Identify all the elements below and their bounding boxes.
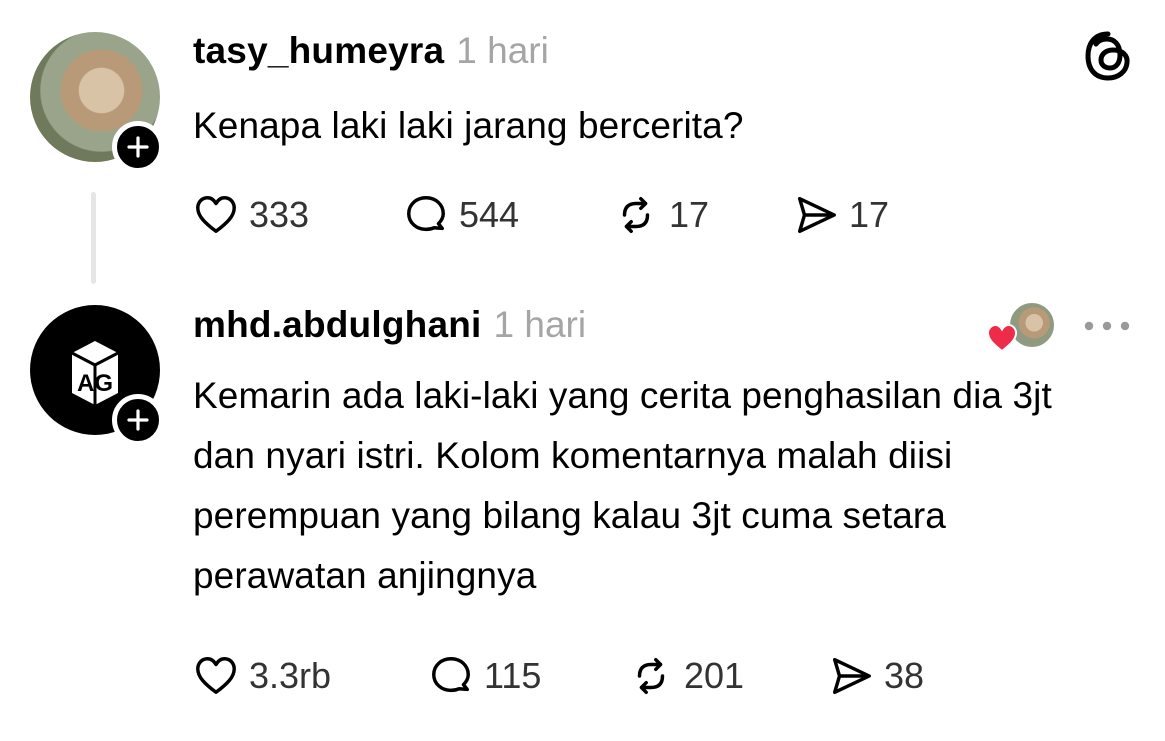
- like-button[interactable]: 333: [193, 192, 403, 238]
- reply-action-bar: 3.3rb 115 201 38: [193, 651, 924, 701]
- reply-count: 115: [484, 655, 542, 696]
- plus-icon: [127, 136, 149, 158]
- plus-icon: [127, 409, 149, 431]
- send-icon: [797, 196, 836, 234]
- reply-button[interactable]: 544: [403, 192, 613, 238]
- follow-button[interactable]: [112, 121, 164, 173]
- share-count: 17: [849, 194, 890, 235]
- share-button[interactable]: 38: [828, 653, 924, 699]
- send-icon: [832, 657, 871, 695]
- original-post: tasy_humeyra 1 hari Kenapa laki laki jar…: [193, 30, 1137, 156]
- share-button[interactable]: 17: [793, 192, 889, 238]
- timestamp: 1 hari: [456, 30, 549, 71]
- thread-connector-line: [91, 192, 96, 284]
- comment-icon: [432, 657, 470, 693]
- like-count: 3.3rb: [249, 655, 332, 696]
- repost-button[interactable]: 17: [613, 192, 793, 238]
- repost-icon: [637, 657, 665, 695]
- share-count: 38: [884, 655, 925, 696]
- repost-count: 17: [669, 194, 710, 235]
- follow-button[interactable]: [112, 394, 164, 446]
- more-dots-icon[interactable]: [1082, 316, 1132, 336]
- avatar-logo-text: AG: [77, 370, 113, 397]
- post-header: tasy_humeyra 1 hari: [193, 30, 1137, 80]
- post-action-bar: 333 544 17 17: [193, 190, 889, 240]
- heart-icon: [196, 657, 236, 695]
- reply-button[interactable]: 115: [428, 653, 628, 699]
- heart-icon: [986, 323, 1018, 353]
- username[interactable]: mhd.abdulghani: [193, 304, 482, 346]
- repost-count: 201: [684, 655, 745, 696]
- like-count: 333: [249, 194, 310, 235]
- liked-by-author-indicator: [985, 300, 1057, 356]
- post-text: Kemarin ada laki-laki yang cerita pengha…: [193, 375, 1052, 596]
- repost-icon: [622, 196, 650, 234]
- comment-icon: [407, 196, 445, 232]
- heart-icon: [196, 196, 236, 234]
- repost-button[interactable]: 201: [628, 653, 828, 699]
- reply-count: 544: [459, 194, 520, 235]
- timestamp: 1 hari: [493, 304, 587, 345]
- like-button[interactable]: 3.3rb: [193, 653, 428, 699]
- username[interactable]: tasy_humeyra: [193, 30, 444, 72]
- post-text: Kenapa laki laki jarang bercerita?: [193, 105, 744, 146]
